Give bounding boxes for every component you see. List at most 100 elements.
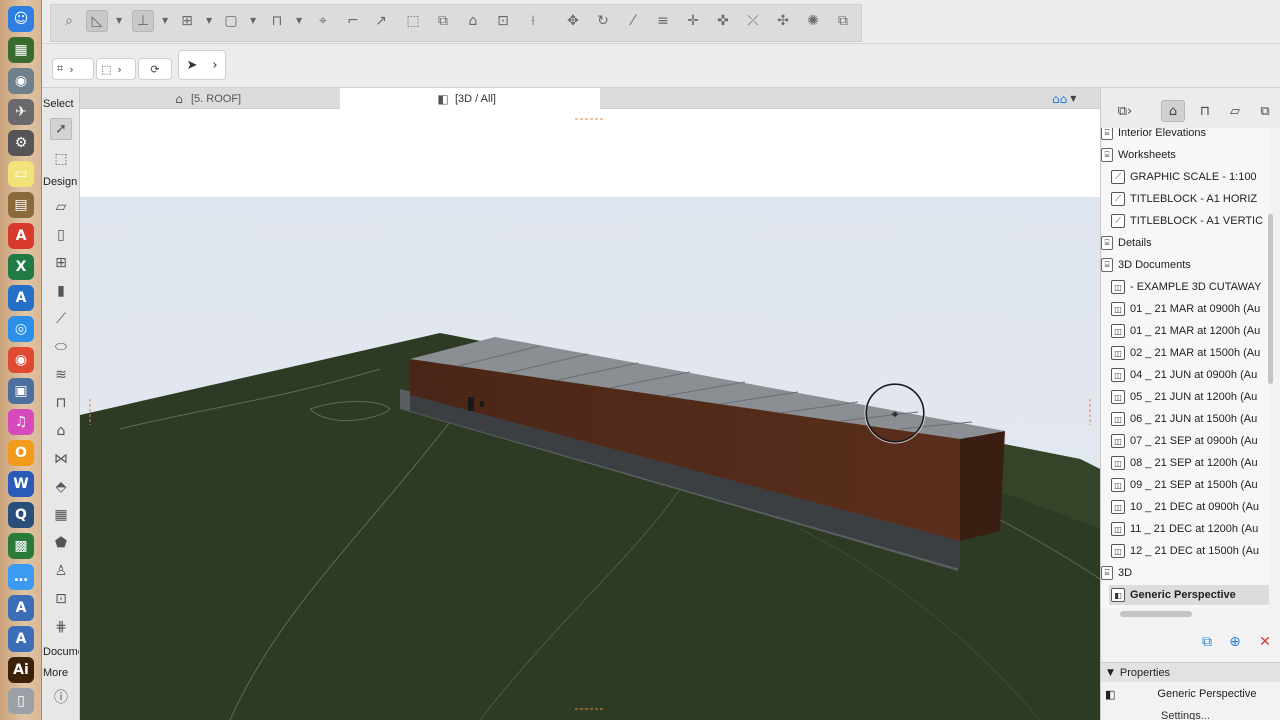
illustrator-icon[interactable]: Ai <box>8 657 34 683</box>
mesh-tool-icon[interactable]: ⋕ <box>50 616 72 638</box>
resize-icon[interactable]: ⬚ <box>402 10 424 32</box>
notes-icon[interactable]: ▭ <box>8 161 34 187</box>
navigator-vertical-scrollbar[interactable] <box>1268 214 1273 384</box>
shell-tool-icon[interactable]: ⋈ <box>50 448 72 470</box>
find-select-icon[interactable]: ⌕ <box>58 10 80 32</box>
group-icon[interactable]: ▢ <box>220 10 242 32</box>
navigator-item[interactable]: ⌸ 3D <box>1101 563 1269 583</box>
tab-3d-all[interactable]: ◧ [3D / All] <box>340 88 600 109</box>
settings-button[interactable]: Settings... <box>1161 710 1210 720</box>
navigator-item[interactable]: ◫ 07 _ 21 SEP at 0900h (Au <box>1109 431 1269 451</box>
navigator-item[interactable]: ◧ Generic Perspective <box>1109 585 1269 605</box>
navigator-item[interactable]: ◫ 11 _ 21 DEC at 1200h (Au <box>1109 519 1269 539</box>
properties-header[interactable]: ▼ Properties <box>1101 662 1280 682</box>
spread-icon[interactable]: ✺ <box>802 10 824 32</box>
morph-tool-icon[interactable]: ⬟ <box>50 532 72 554</box>
word-icon[interactable]: W <box>8 471 34 497</box>
curtain-wall-tool-icon[interactable]: ▦ <box>50 504 72 526</box>
quicktime-icon[interactable]: Q <box>8 502 34 528</box>
navigator-popup-button[interactable]: ⧉› <box>1107 100 1143 122</box>
messages-icon[interactable]: … <box>8 564 34 590</box>
chevron-right-icon[interactable]: › <box>117 63 121 76</box>
window-tool-icon[interactable]: ⊞ <box>50 252 72 274</box>
chrome-icon[interactable]: ◉ <box>8 347 34 373</box>
itunes-icon[interactable]: ♫ <box>8 409 34 435</box>
fillet-icon[interactable]: ↗ <box>370 10 392 32</box>
polygon-select-icon[interactable]: ⌗ <box>57 62 63 76</box>
ipad-sync-icon[interactable]: ▣ <box>8 378 34 404</box>
view-map-icon[interactable]: ⊓ <box>1193 100 1217 122</box>
navigator-item[interactable]: ◫ 01 _ 21 MAR at 1200h (Au <box>1109 321 1269 341</box>
3d-viewport[interactable]: ⌖ <box>80 109 1100 720</box>
navigator-horizontal-scrollbar[interactable] <box>1120 611 1192 617</box>
arrow-tool-icon[interactable]: ➚ <box>50 118 72 140</box>
roof-tool-icon[interactable]: ⌂ <box>50 420 72 442</box>
zone-tool-icon[interactable]: ⊡ <box>50 588 72 610</box>
trim-icon[interactable]: ⌐ <box>342 10 364 32</box>
archicad-alt-icon[interactable]: A <box>8 595 34 621</box>
mirror-copy-icon[interactable]: ⤫ <box>742 10 764 32</box>
archive-icon[interactable]: ▤ <box>8 192 34 218</box>
navigator-item[interactable]: ◫ 08 _ 21 SEP at 1200h (Au <box>1109 453 1269 473</box>
arrow-cursor-icon[interactable]: ➤ <box>186 58 197 73</box>
navigator-item[interactable]: ◫ 10 _ 21 DEC at 0900h (Au <box>1109 497 1269 517</box>
navigator-item[interactable]: ◫ - EXAMPLE 3D CUTAWAY <box>1109 277 1269 297</box>
safari-icon[interactable]: ◎ <box>8 316 34 342</box>
snap-guides-dropdown[interactable]: ▼ <box>116 16 124 26</box>
navigator-item[interactable]: ◫ 06 _ 21 JUN at 1500h (Au <box>1109 409 1269 429</box>
3d-scene[interactable]: ⌖ <box>80 109 1100 720</box>
view-switch-button[interactable]: ⌂⌂ ▼ <box>1052 90 1092 107</box>
stretch-icon[interactable]: ⧉ <box>432 10 454 32</box>
navigator-item[interactable]: ◫ 04 _ 21 JUN at 0900h (Au <box>1109 365 1269 385</box>
door-tool-icon[interactable]: ▯ <box>50 224 72 246</box>
multiply-icon[interactable]: ✣ <box>772 10 794 32</box>
guide-lines-dropdown[interactable]: ▼ <box>162 16 170 26</box>
project-map-icon[interactable]: ⌂ <box>1161 100 1185 122</box>
info-tool-icon[interactable]: ⓘ <box>50 686 72 708</box>
chevron-right-icon[interactable]: › <box>69 63 73 76</box>
stair-tool-icon[interactable]: ≋ <box>50 364 72 386</box>
mirror-icon[interactable]: ⁄ <box>622 10 644 32</box>
object-tool-icon[interactable]: ♙ <box>50 560 72 582</box>
elevate-icon[interactable]: ≡ <box>652 10 674 32</box>
navigator-item[interactable]: ◫ 12 _ 21 DEC at 1500h (Au <box>1109 541 1269 561</box>
copy-icon[interactable]: ⧉ <box>832 10 854 32</box>
marquee-icon[interactable]: ⬚ <box>101 63 111 76</box>
launchpad-icon[interactable]: ✈ <box>8 99 34 125</box>
gravity-icon[interactable]: ⊞ <box>176 10 198 32</box>
system-preferences-icon[interactable]: ⚙ <box>8 130 34 156</box>
gravity-dropdown[interactable]: ▼ <box>206 16 214 26</box>
beam-tool-icon[interactable]: ⟋ <box>50 308 72 330</box>
navigator-item[interactable]: ◫ 09 _ 21 SEP at 1500h (Au <box>1109 475 1269 495</box>
archicad-icon[interactable]: A <box>8 285 34 311</box>
solid-operations-icon[interactable]: ⊡ <box>492 10 514 32</box>
acrobat-icon[interactable]: A <box>8 223 34 249</box>
photos-icon[interactable]: ◉ <box>8 68 34 94</box>
finder-icon[interactable]: ☺ <box>8 6 34 32</box>
marquee-tool-icon[interactable]: ⬚ <box>50 148 72 170</box>
guide-lines-icon[interactable]: ⊥ <box>132 10 154 32</box>
navigator-item[interactable]: ⌸ Interior Elevations <box>1101 128 1269 143</box>
column-tool-icon[interactable]: ▮ <box>50 280 72 302</box>
navigator-item[interactable]: ◫ 05 _ 21 JUN at 1200h (Au <box>1109 387 1269 407</box>
trash-icon[interactable]: ▯ <box>8 688 34 714</box>
slab-tool-icon[interactable]: ⬭ <box>50 336 72 358</box>
drag-icon[interactable]: ✥ <box>562 10 584 32</box>
navigator-item[interactable]: ⌸ Details <box>1101 233 1269 253</box>
marquee-method-group[interactable]: ⬚ › <box>96 58 136 80</box>
new-viewpoint-icon[interactable]: ⧉ <box>1197 632 1217 652</box>
wall-tool-icon[interactable]: ▱ <box>50 196 72 218</box>
navigator-item[interactable]: ⌸ 3D Documents <box>1101 255 1269 275</box>
publisher-sets-icon[interactable]: ⧉ <box>1253 100 1277 122</box>
tab-roof[interactable]: ⌂ [5. ROOF] <box>162 88 332 109</box>
scanner-icon[interactable]: ▩ <box>8 533 34 559</box>
save-view-icon[interactable]: ⊕ <box>1225 632 1245 652</box>
navigator-item[interactable]: ◫ 02 _ 21 MAR at 1500h (Au <box>1109 343 1269 363</box>
archicad-second-icon[interactable]: A <box>8 626 34 652</box>
lock-dropdown[interactable]: ▼ <box>296 16 304 26</box>
pick-up-icon[interactable]: ⌖ <box>312 10 334 32</box>
arrow-tool-group[interactable]: ➤ › <box>178 50 226 80</box>
railing-tool-icon[interactable]: ⊓ <box>50 392 72 414</box>
snap-guides-icon[interactable]: ◺ <box>86 10 108 32</box>
rotated-marquee-icon[interactable]: ⟳ <box>150 63 159 76</box>
